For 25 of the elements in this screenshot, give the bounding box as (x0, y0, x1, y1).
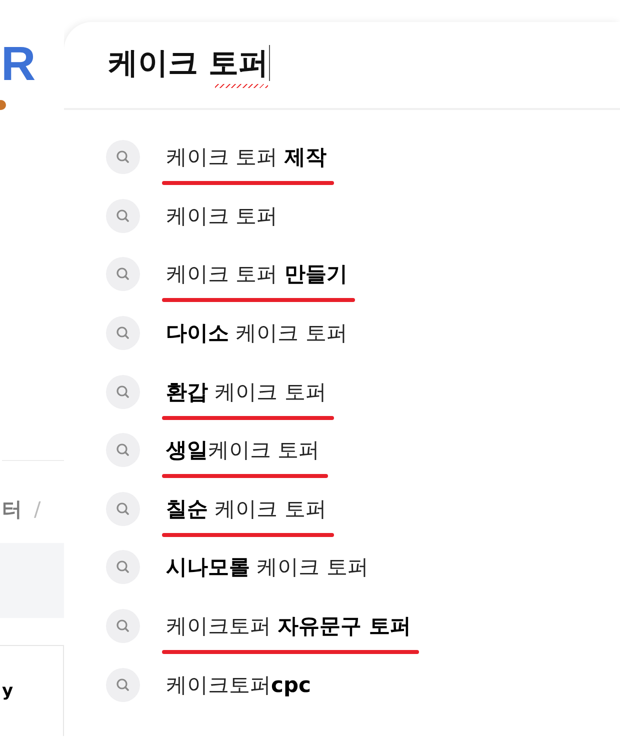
suggestion-item[interactable]: 칠순 케이크 토퍼 (166, 494, 326, 523)
search-icon (106, 609, 140, 644)
search-icon (106, 433, 140, 468)
suggestion-item[interactable]: 케이크 토퍼 (166, 202, 278, 230)
suggestion-item[interactable]: 생일케이크 토퍼 (166, 436, 320, 464)
table-cell: y (2, 681, 14, 701)
logo: R (1, 40, 37, 90)
suggestion-item[interactable]: 다이소 케이크 토퍼 (166, 319, 348, 348)
suggestion-item[interactable]: 시나모롤 케이크 토퍼 (166, 553, 368, 582)
search-icon (106, 316, 140, 350)
search-icon (106, 257, 140, 292)
breadcrumb-separator: / (34, 497, 41, 521)
suggestion-item[interactable]: 케이크 토퍼 만들기 (166, 260, 348, 288)
search-icon (106, 140, 140, 174)
search-icon (106, 374, 140, 409)
suggestion-item[interactable]: 환갑 케이크 토퍼 (166, 378, 326, 406)
search-icon (106, 668, 140, 702)
suggestion-item[interactable]: 케이크토퍼 자유문구 토퍼 (166, 612, 411, 640)
search-icon (106, 198, 140, 233)
breadcrumb-text: 터 (2, 496, 22, 522)
search-field[interactable]: 케이크 토퍼 (108, 42, 270, 88)
search-icon (106, 550, 140, 584)
suggestion-item[interactable]: 케이크토퍼cpc (166, 670, 311, 699)
search-icon (106, 492, 140, 526)
suggestion-item[interactable]: 케이크 토퍼 제작 (166, 143, 326, 172)
